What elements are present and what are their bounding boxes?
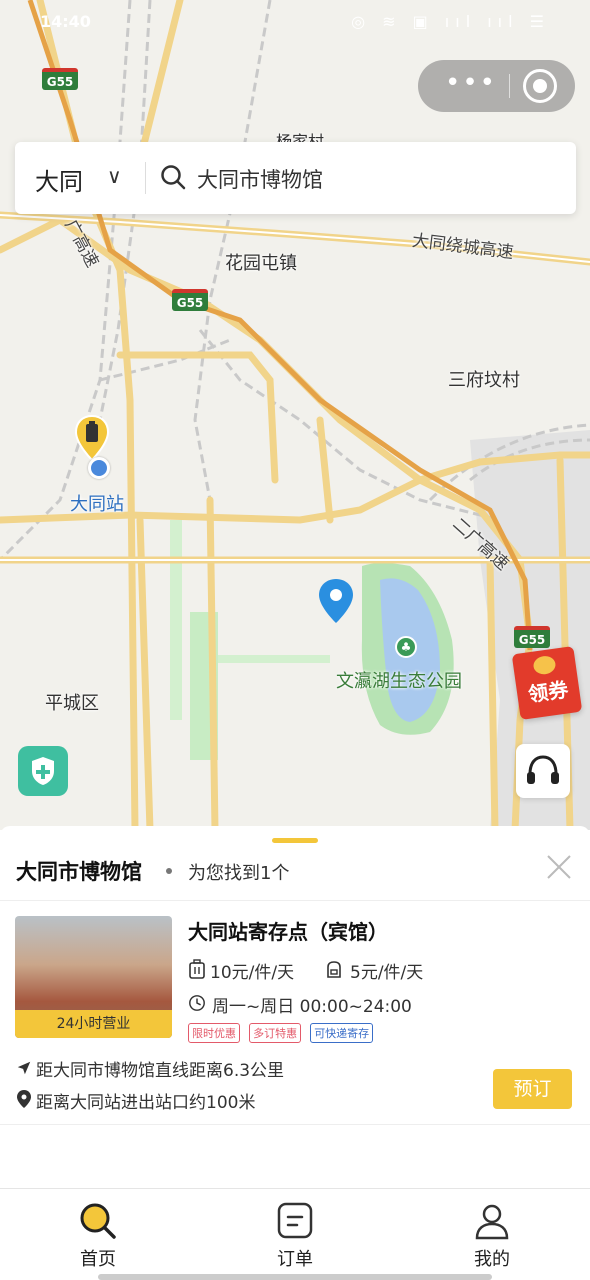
place-label-pingcheng: 平城区 [45,693,99,714]
tab-mine-label: 我的 [474,1249,510,1270]
status-bar: 14:40 ◎ ≋ ▣ ııl ııl ☰ [0,0,590,44]
headset-icon [527,755,559,784]
station-distance-line: 距离大同站进出站口约100米 [16,1088,255,1113]
price-large-item: 10元/件/天 [188,958,294,983]
station-distance-text: 距离大同站进出站口约100米 [36,1093,256,1113]
search-bar: 大同 ∨ 大同市博物馆 [15,142,576,214]
order-icon [277,1202,313,1239]
tab-home[interactable]: 首页 [38,1189,158,1280]
tab-home-label: 首页 [80,1249,116,1270]
map-marker-icon [17,1090,31,1108]
city-selector[interactable]: 大同 [35,162,83,197]
navigation-arrow-icon [17,1061,31,1075]
card-divider [0,1124,590,1125]
storage-location-pin[interactable] [74,414,110,462]
highway-shield-g55: G55 [514,626,550,648]
store-name: 大同站寄存点（宾馆） [188,920,388,944]
highway-shield-g55: G55 [42,68,78,90]
coupon-icon [532,654,557,676]
close-icon[interactable] [544,852,574,882]
tab-orders-label: 订单 [277,1249,313,1270]
price-small-text: 5元/件/天 [350,963,424,983]
distance-text: 距大同市博物馆直线距离6.3公里 [36,1061,285,1081]
price-small-item: 5元/件/天 [324,958,423,983]
promo-tags: 限时优惠 多订特惠 可快递寄存 [188,1022,377,1043]
results-panel: 大同市博物馆 为您找到1个 24小时营业 大同站寄存点（宾馆） 10元/件/天 … [0,826,590,1188]
hours-badge: 24小时营业 [15,1010,172,1038]
park-tree-icon: ♣ [395,636,417,658]
user-icon [475,1204,509,1240]
panel-title: 大同市博物馆 [16,860,142,884]
book-button[interactable]: 预订 [493,1069,572,1109]
opening-hours: 周一~周日 00:00~24:00 [188,992,412,1017]
title-dot [166,868,172,874]
location-pin-icon[interactable] [318,578,354,624]
coupon-button[interactable]: 领券 [511,646,583,720]
more-menu-button[interactable]: ••• [436,60,506,112]
customer-service-button[interactable] [516,744,570,798]
coupon-label: 领券 [526,677,570,707]
clock-icon [189,995,205,1011]
place-label-huayuan: 花园屯镇 [225,253,297,274]
shield-plus-icon [32,757,54,785]
safety-shield-button[interactable] [18,746,68,796]
status-icons: ◎ ≋ ▣ ııl ııl ☰ [351,12,550,31]
result-count: 为您找到1个 [188,863,290,884]
chevron-down-icon[interactable]: ∨ [107,164,122,188]
miniprogram-capsule: ••• [418,60,575,112]
drag-handle[interactable] [272,838,318,843]
search-divider [145,162,146,194]
suitcase-icon [189,959,205,979]
tab-mine[interactable]: 我的 [432,1189,552,1280]
search-input[interactable]: 大同市博物馆 [197,164,323,194]
tag-express-storage: 可快递寄存 [310,1023,374,1043]
backpack-icon [327,961,341,978]
bottom-tab-bar: 首页 订单 我的 [0,1188,590,1280]
search-icon [161,165,186,190]
tag-limited-offer: 限时优惠 [188,1023,240,1043]
price-large-text: 10元/件/天 [210,963,295,983]
home-indicator [98,1274,492,1280]
tab-orders[interactable]: 订单 [235,1189,355,1280]
storage-result-card[interactable]: 24小时营业 大同站寄存点（宾馆） 10元/件/天 5元/件/天 周一~周日 0… [0,906,590,1126]
opening-hours-text: 周一~周日 00:00~24:00 [212,997,412,1017]
map-view[interactable]: G55 G55 G55 大同绕城高速 广高速 二广高速 杨家村 花园屯镇 三府坟… [0,0,590,830]
place-label-datong-station: 大同站 [70,494,124,515]
store-photo: 24小时营业 [15,916,172,1038]
capsule-divider [509,74,510,98]
train-station-icon [88,457,110,479]
panel-divider [0,900,590,901]
search-icon [80,1203,116,1239]
status-time: 14:40 [40,12,91,31]
distance-line: 距大同市博物馆直线距离6.3公里 [16,1056,284,1081]
place-label-sanfu: 三府坟村 [448,370,520,391]
place-label-wenying-park: 文瀛湖生态公园 [336,671,462,692]
tag-multi-discount: 多订特惠 [249,1023,302,1043]
close-miniprogram-button[interactable] [523,69,557,103]
highway-shield-g55: G55 [172,289,208,311]
